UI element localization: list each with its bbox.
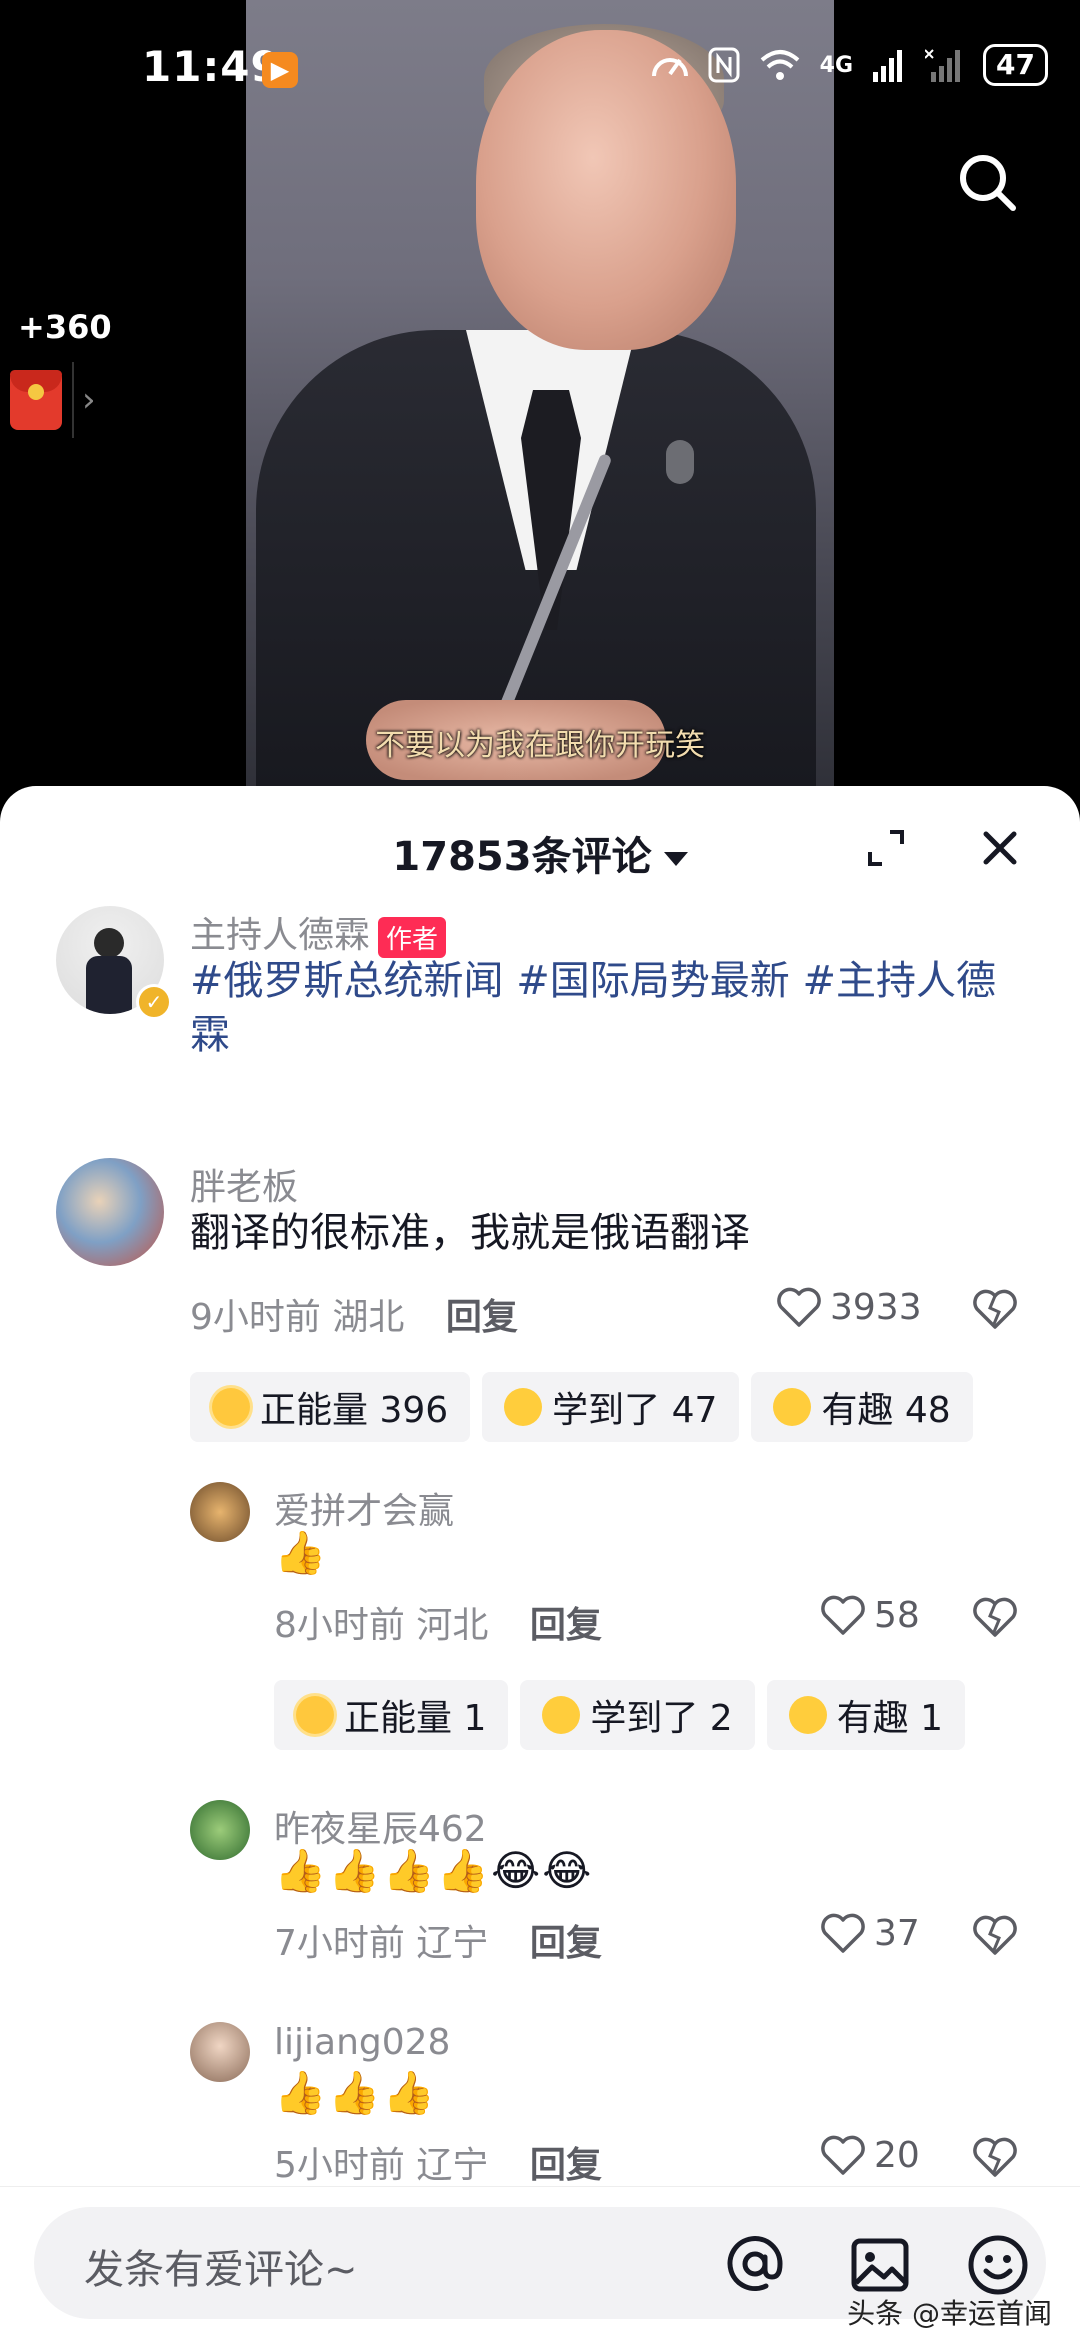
search-icon[interactable] bbox=[955, 150, 1019, 214]
comment-time: 9小时前 bbox=[190, 1297, 321, 1338]
emoji-icon[interactable] bbox=[966, 2233, 1030, 2297]
like-button[interactable]: 20 bbox=[820, 2134, 920, 2176]
comment-text[interactable]: #俄罗斯总统新闻 #国际局势最新 #主持人德霖 bbox=[190, 954, 1020, 1062]
watermark-text: 头条 @幸运首闻 bbox=[847, 2297, 1052, 2330]
comment-location: 辽宁 bbox=[416, 1923, 489, 1964]
reaction-positive[interactable]: 正能量 1 bbox=[274, 1680, 509, 1750]
reaction-learned[interactable]: 学到了 2 bbox=[520, 1680, 755, 1750]
learned-emoji-icon bbox=[504, 1388, 543, 1426]
heart-icon bbox=[777, 1287, 821, 1327]
verified-icon: ✓ bbox=[136, 984, 172, 1020]
reply-button[interactable]: 回复 bbox=[446, 1297, 518, 1338]
like-count: 58 bbox=[874, 1594, 920, 1636]
heart-icon bbox=[821, 2135, 865, 2175]
comment-input-placeholder: 发条有爱评论~ bbox=[84, 2247, 358, 2293]
reply-button[interactable]: 回复 bbox=[530, 1923, 602, 1964]
fun-emoji-icon bbox=[773, 1388, 812, 1426]
battery-indicator: 47 bbox=[983, 44, 1048, 86]
username-text: 主持人德霖 bbox=[190, 915, 371, 956]
comment-location: 辽宁 bbox=[416, 2145, 489, 2186]
comment-location: 河北 bbox=[416, 1605, 489, 1646]
comment-text[interactable]: 👍👍👍 bbox=[274, 2066, 437, 2120]
heart-icon bbox=[821, 1913, 865, 1953]
close-icon[interactable] bbox=[978, 826, 1022, 870]
like-button[interactable]: 3933 bbox=[776, 1286, 922, 1328]
fun-emoji-icon bbox=[788, 1696, 827, 1734]
comment-location: 湖北 bbox=[332, 1297, 405, 1338]
red-packet-icon[interactable] bbox=[10, 370, 62, 430]
like-button[interactable]: 58 bbox=[820, 1594, 920, 1636]
reaction-label: 有趣 1 bbox=[836, 1698, 944, 1739]
wifi-icon bbox=[760, 50, 799, 80]
microphone-head bbox=[666, 440, 694, 484]
reaction-fun[interactable]: 有趣 48 bbox=[751, 1372, 973, 1442]
avatar[interactable] bbox=[190, 1800, 250, 1860]
comment-meta: 9小时前 湖北 回复 bbox=[190, 1288, 518, 1340]
signal-icon bbox=[873, 50, 903, 82]
video-subtitle: 不要以为我在跟你开玩笑 bbox=[375, 728, 705, 763]
signal-2-icon bbox=[925, 49, 961, 82]
avatar[interactable] bbox=[190, 1482, 250, 1542]
comments-panel: 17853条评论 ✓ 主持人德霖 作者 #俄罗斯总统新闻 #国际局势最新 #主持人… bbox=[0, 786, 1080, 2340]
comment-meta: 5小时前 辽宁 回复 bbox=[274, 2136, 602, 2188]
comment-text[interactable]: 👍👍👍👍😂😂 bbox=[274, 1844, 593, 1898]
comment-time: 5小时前 bbox=[274, 2145, 405, 2186]
reaction-positive[interactable]: 正能量 396 bbox=[190, 1372, 471, 1442]
reply-button[interactable]: 回复 bbox=[530, 1605, 602, 1646]
dislike-icon[interactable] bbox=[972, 1914, 1018, 1956]
network-type-label: 4G bbox=[819, 52, 854, 78]
like-button[interactable]: 37 bbox=[820, 1912, 920, 1954]
reply-button[interactable]: 回复 bbox=[530, 2145, 602, 2186]
reaction-learned[interactable]: 学到了 47 bbox=[482, 1372, 740, 1442]
reaction-fun[interactable]: 有趣 1 bbox=[766, 1680, 966, 1750]
learned-emoji-icon bbox=[542, 1696, 581, 1734]
comment-username[interactable]: 胖老板 bbox=[190, 1158, 298, 1210]
comment-meta: 8小时前 河北 回复 bbox=[274, 1596, 602, 1648]
chevron-right-icon[interactable]: › bbox=[82, 380, 96, 420]
caret-down-icon bbox=[663, 852, 688, 866]
status-indicators: 4G 47 bbox=[650, 44, 1048, 86]
sun-emoji-icon bbox=[296, 1696, 334, 1734]
comments-header: 17853条评论 bbox=[0, 786, 1080, 906]
like-count: 3933 bbox=[830, 1286, 922, 1328]
status-bar: 11:49 ▶ 4G 47 bbox=[0, 0, 1080, 140]
comment-time: 7小时前 bbox=[274, 1923, 405, 1964]
nfc-icon bbox=[708, 47, 740, 83]
reaction-label: 学到了 2 bbox=[590, 1698, 733, 1739]
dislike-icon[interactable] bbox=[972, 1596, 1018, 1638]
comment-count-label: 17853条评论 bbox=[392, 834, 652, 880]
reaction-chips: 正能量 1 学到了 2 有趣 1 bbox=[274, 1680, 966, 1750]
speed-icon bbox=[651, 58, 688, 77]
status-time: 11:49 bbox=[142, 42, 281, 91]
reaction-label: 正能量 396 bbox=[260, 1390, 449, 1431]
comment-time: 8小时前 bbox=[274, 1605, 405, 1646]
comment-text[interactable]: 👍 bbox=[274, 1526, 328, 1580]
at-mention-icon[interactable] bbox=[726, 2235, 784, 2293]
sun-emoji-icon bbox=[212, 1388, 250, 1426]
dislike-icon[interactable] bbox=[972, 1288, 1018, 1330]
play-app-icon: ▶ bbox=[262, 52, 298, 88]
expand-icon[interactable] bbox=[866, 828, 906, 868]
comment-username[interactable]: lijiang028 bbox=[274, 2022, 450, 2063]
reaction-label: 有趣 48 bbox=[821, 1390, 951, 1431]
dislike-icon[interactable] bbox=[972, 2136, 1018, 2178]
heart-icon bbox=[821, 1595, 865, 1635]
reaction-label: 学到了 47 bbox=[552, 1390, 718, 1431]
image-icon[interactable] bbox=[850, 2237, 910, 2293]
reward-divider bbox=[72, 362, 74, 438]
comment-meta: 7小时前 辽宁 回复 bbox=[274, 1914, 602, 1966]
avatar[interactable] bbox=[190, 2022, 250, 2082]
author-badge: 作者 bbox=[378, 916, 447, 958]
reaction-label: 正能量 1 bbox=[344, 1698, 487, 1739]
like-count: 37 bbox=[874, 1912, 920, 1954]
comment-text[interactable]: 翻译的很标准，我就是俄语翻译 bbox=[190, 1206, 750, 1260]
avatar[interactable] bbox=[56, 1158, 164, 1266]
comment-username[interactable]: 主持人德霖 作者 bbox=[190, 906, 447, 958]
reaction-chips: 正能量 396 学到了 47 有趣 48 bbox=[190, 1372, 973, 1442]
like-count: 20 bbox=[874, 2134, 920, 2176]
comment-count-dropdown[interactable]: 17853条评论 bbox=[0, 824, 1080, 882]
reward-amount[interactable]: +360 bbox=[18, 308, 112, 346]
